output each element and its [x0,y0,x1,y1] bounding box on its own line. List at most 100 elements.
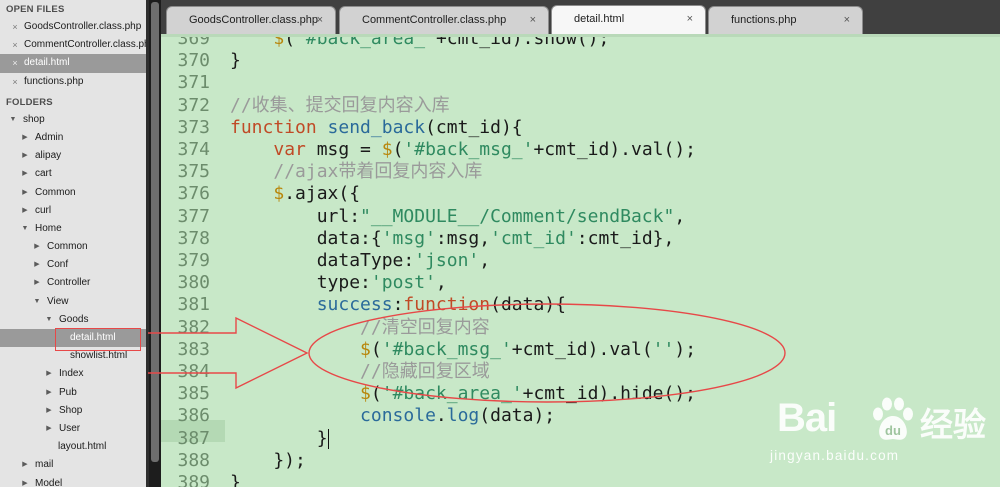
tab-commentcontroller-class-php[interactable]: CommentController.class.php × [339,6,549,34]
collapsed-triangle-icon[interactable]: ▶ [20,184,30,202]
open-file-label: GoodsController.class.php [24,21,142,32]
expanded-triangle-icon[interactable]: ▼ [44,311,54,329]
folders-title: FOLDERS [6,96,53,108]
line-number: 371 [177,72,210,94]
expanded-triangle-icon[interactable]: ▼ [20,220,30,238]
line-number: 369 [177,37,210,49]
folder-label: Model [35,477,63,487]
close-icon[interactable]: × [10,54,20,72]
tab-label: CommentController.class.php [362,14,507,26]
folder-item[interactable]: ▶ mail [0,456,146,474]
folder-item[interactable]: ▶ cart [0,165,146,183]
line-number-gutter: 369 370 371 372 373 374 375 376 377 378 379 380 381 3… [161,37,231,487]
collapsed-triangle-icon[interactable]: ▶ [44,384,54,402]
expanded-triangle-icon[interactable]: ▼ [32,293,42,311]
collapsed-triangle-icon[interactable]: ▶ [32,274,42,292]
code-line[interactable]: $('#back_msg_'+cmt_id).val(''); [230,339,696,361]
tab-detail-html[interactable]: detail.html × [551,5,706,34]
tab-close-icon[interactable]: × [687,6,693,32]
code-line[interactable]: $('#back_area_'+cmt_id).hide(); [230,383,696,405]
folder-label: User [59,422,81,434]
line-number: 384 [177,361,210,382]
collapsed-triangle-icon[interactable]: ▶ [20,456,30,474]
folder-item[interactable]: ▶ Common [0,238,146,256]
folder-item[interactable]: ▶ Admin [0,129,146,147]
paw-icon: du [873,397,913,440]
folder-label: mail [35,459,54,471]
folder-item[interactable]: ▶ Controller [0,274,146,292]
collapsed-triangle-icon[interactable]: ▶ [32,238,42,256]
code-line[interactable]: //隐藏回复区域 [230,361,490,383]
folder-item[interactable]: ▶ User [0,420,146,438]
sidebar-scrollbar-thumb[interactable] [151,2,159,462]
folder-item[interactable]: ▶ Model [0,475,146,487]
tab-label: detail.html [574,13,625,25]
line-number: 380 [177,272,210,294]
code-line[interactable]: } [230,472,241,487]
code-line[interactable]: } [230,50,241,72]
code-line[interactable]: var msg = $('#back_msg_'+cmt_id).val(); [230,139,696,161]
open-file-item[interactable]: × CommentController.class.php [0,36,146,54]
tab-close-icon[interactable]: × [317,7,323,33]
folder-item[interactable]: ▶ Common [0,184,146,202]
code-line[interactable]: success:function(data){ [230,294,566,316]
folder-label: curl [35,204,52,216]
code-line[interactable]: console.log(data); [230,405,555,427]
folder-label: Common [47,241,88,253]
collapsed-triangle-icon[interactable]: ▶ [20,165,30,183]
close-icon[interactable]: × [10,73,20,91]
open-file-item[interactable]: × GoodsController.class.php [0,18,146,36]
collapsed-triangle-icon[interactable]: ▶ [20,202,30,220]
collapsed-triangle-icon[interactable]: ▶ [20,129,30,147]
folder-label: Common [35,186,76,198]
tab-goodscontroller-class-php[interactable]: GoodsController.class.php × [166,6,336,34]
folder-item[interactable]: ▶ Index [0,365,146,383]
tab-functions-php[interactable]: functions.php × [708,6,863,34]
line-number: 385 [177,383,210,405]
folder-item[interactable]: ▼ shop [0,111,146,129]
collapsed-triangle-icon[interactable]: ▶ [44,365,54,383]
collapsed-triangle-icon[interactable]: ▶ [20,475,30,487]
folder-item[interactable]: ▶ Shop [0,402,146,420]
code-line[interactable]: type:'post', [230,272,447,294]
collapsed-triangle-icon[interactable]: ▶ [32,256,42,274]
tab-close-icon[interactable]: × [844,7,850,33]
code-line[interactable]: } [230,428,330,450]
collapsed-triangle-icon[interactable]: ▶ [20,147,30,165]
folder-item[interactable]: ▼ View [0,293,146,311]
code-line[interactable]: //收集、提交回复内容入库 [230,95,450,117]
code-line[interactable]: $('#back_area_'+cmt_id).show(); [230,37,609,50]
code-line[interactable]: data:{'msg':msg,'cmt_id':cmt_id}, [230,228,675,250]
expanded-triangle-icon[interactable]: ▼ [8,111,18,129]
code-line[interactable]: url:"__MODULE__/Comment/sendBack", [230,206,685,228]
code-line[interactable]: //ajax带着回复内容入库 [230,161,482,183]
open-file-item[interactable]: × functions.php [0,73,146,91]
close-icon[interactable]: × [10,18,20,36]
close-icon[interactable]: × [10,36,20,54]
folder-item[interactable]: ▼ Goods [0,311,146,329]
file-item[interactable]: layout.html [0,438,146,456]
folder-item[interactable]: ▶ curl [0,202,146,220]
open-file-item[interactable]: × detail.html [0,54,146,73]
collapsed-triangle-icon[interactable]: ▶ [44,402,54,420]
folder-label: Index [59,368,84,380]
code-line[interactable]: function send_back(cmt_id){ [230,117,523,139]
baidu-watermark: du Bai 经验 jingyan.baidu.com [760,388,995,483]
code-line[interactable]: //清空回复内容 [230,317,490,339]
folder-item[interactable]: ▼ Home [0,220,146,238]
folder-item[interactable]: ▶ Pub [0,384,146,402]
folder-item[interactable]: ▶ alipay [0,147,146,165]
folder-label: Admin [35,131,64,143]
watermark-brand-cn: 经验 [920,405,986,444]
folder-label: Controller [47,277,91,289]
tab-label: GoodsController.class.php [189,14,319,26]
collapsed-triangle-icon[interactable]: ▶ [44,420,54,438]
code-line[interactable]: $.ajax({ [230,183,360,205]
folder-item[interactable]: ▶ Conf [0,256,146,274]
tab-close-icon[interactable]: × [530,7,536,33]
code-line[interactable]: }); [230,450,306,472]
sidebar-scrollbar[interactable] [149,0,161,487]
code-line[interactable]: dataType:'json', [230,250,490,272]
line-number: 377 [177,205,210,227]
sidebar: OPEN FILES × GoodsController.class.php × Co… [0,0,146,487]
